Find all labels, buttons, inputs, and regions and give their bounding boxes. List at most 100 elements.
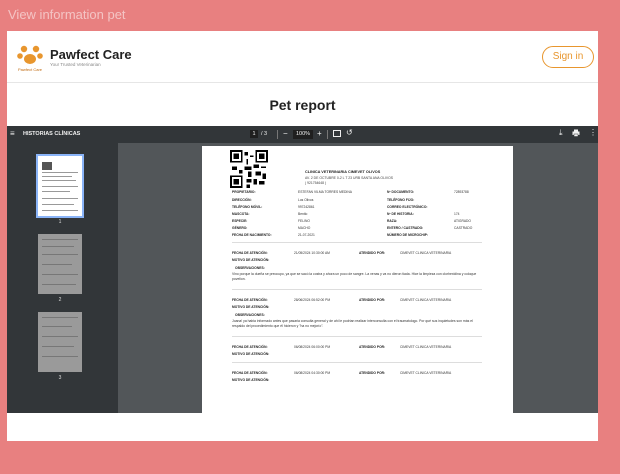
reason-label: MOTIVO DE ATENCIÓN: xyxy=(232,352,270,356)
thumbnail-number: 2 xyxy=(58,297,62,303)
brand-tagline: Your Trusted Veterinarian xyxy=(50,62,101,67)
thumb-line xyxy=(42,274,78,275)
visit-date-label: FECHA DE ATENCIÓN: xyxy=(232,251,268,255)
thumb-line xyxy=(42,198,78,199)
field-value: 174 xyxy=(454,212,460,216)
attended-by-label: ATENDIDO POR: xyxy=(359,345,386,349)
page-thumbnail[interactable] xyxy=(36,154,84,218)
attended-by-label: ATENDIDO POR: xyxy=(359,298,386,302)
visit-date-label: FECHA DE ATENCIÓN: xyxy=(232,371,268,375)
thumb-line xyxy=(42,239,78,240)
zoom-input[interactable]: 100% xyxy=(293,130,313,139)
toolbar-divider xyxy=(327,130,328,139)
field-value: MACHO xyxy=(298,226,311,230)
thumb-line xyxy=(42,264,72,265)
field-label: TELÉFONO MÓVIL: xyxy=(232,205,263,209)
field-value: 21-07-2021 xyxy=(298,233,315,237)
thumb-line xyxy=(42,326,72,327)
visit-date-label: FECHA DE ATENCIÓN: xyxy=(232,298,268,302)
pdf-toolbar: ≡ HISTORIAS CLÍNICAS 1 / 3 − 100% + ↺ ⤓ … xyxy=(7,126,598,143)
visit-date: 21/05/2024 10:30:00 AM xyxy=(294,251,330,255)
section-divider xyxy=(232,289,482,290)
attended-by: CIMEVET CLINICA VETERINARIA xyxy=(400,251,452,255)
reason-label: MOTIVO DE ATENCIÓN: xyxy=(232,258,270,262)
qr-code-icon xyxy=(230,150,268,188)
visit-date: 06/08/2024 04:30:00 PM xyxy=(294,371,331,375)
attended-by: CIMEVET CLINICA VETERINARIA xyxy=(400,371,452,375)
thumb-line xyxy=(42,186,78,187)
field-label: ESPECIE: xyxy=(232,219,248,223)
field-value: 997242861 xyxy=(298,205,315,209)
fit-page-icon[interactable] xyxy=(333,130,341,137)
rotate-icon[interactable]: ↺ xyxy=(346,128,353,137)
page-number-input[interactable]: 1 xyxy=(250,130,258,138)
field-value: ESTEFAN VILMA TORRES MEDINA xyxy=(298,190,352,194)
zoom-in-button[interactable]: + xyxy=(317,129,322,138)
document-title: HISTORIAS CLÍNICAS xyxy=(23,131,81,137)
page-title: Pet report xyxy=(269,97,336,113)
field-label: DIRECCIÓN: xyxy=(232,198,252,202)
thumb-line xyxy=(42,356,78,357)
field-value: ATIGRADO xyxy=(454,219,471,223)
thumb-line xyxy=(42,172,78,173)
paw-logo-icon: Pawfect Care xyxy=(17,45,43,72)
field-value: Bentlo xyxy=(298,212,308,216)
menu-icon[interactable]: ≡ xyxy=(10,130,15,138)
thumb-line xyxy=(42,254,78,255)
pdf-page: CLINICA VETERINARIA CIMEVET OLIVOS AV. 2… xyxy=(202,146,513,413)
pdf-viewer[interactable]: ≡ HISTORIAS CLÍNICAS 1 / 3 − 100% + ↺ ⤓ … xyxy=(7,126,598,413)
field-label: ENTERO / CASTRADO: xyxy=(387,226,424,230)
thumb-line xyxy=(42,284,76,285)
page-thumbnail[interactable] xyxy=(38,312,82,372)
thumb-line xyxy=(42,204,74,205)
clinic-phone: ( 921754648 ) xyxy=(305,181,327,185)
thumb-line xyxy=(42,336,78,337)
thumb-line xyxy=(42,180,76,181)
thumb-line xyxy=(42,346,74,347)
field-value: CASTRADO xyxy=(454,226,473,230)
thumbnail-number: 3 xyxy=(58,375,62,381)
field-label: MASCOTA: xyxy=(232,212,250,216)
window-title: View information pet xyxy=(8,7,126,22)
attended-by: CIMEVET CLINICA VETERINARIA xyxy=(400,345,452,349)
thumb-line xyxy=(42,246,74,247)
main-card: Pawfect Care Pawfect Care Your Trusted V… xyxy=(7,31,598,441)
field-label: PROPIETARIO: xyxy=(232,190,256,194)
field-label: FECHA DE NACIMIENTO: xyxy=(232,233,272,237)
page-thumbnail[interactable] xyxy=(38,234,82,294)
thumb-line xyxy=(42,210,78,211)
field-label: Nº DOCUMENTO: xyxy=(387,190,415,194)
site-header: Pawfect Care Pawfect Care Your Trusted V… xyxy=(7,31,598,83)
observations-text: Joana! ya habia informado antes que pasa… xyxy=(232,319,473,328)
attended-by-label: ATENDIDO POR: xyxy=(359,371,386,375)
observations-label: OBSERVACIONES: xyxy=(235,266,265,270)
thumb-line xyxy=(42,162,52,170)
field-value: FELINO xyxy=(298,219,310,223)
thumb-line xyxy=(42,191,70,192)
zoom-out-button[interactable]: − xyxy=(283,129,288,138)
field-label: NÚMERO DE MICROCHIP: xyxy=(387,233,429,237)
attended-by-label: ATENDIDO POR: xyxy=(359,251,386,255)
clinic-address: AV. 2 DE OCTUBRE 0-2 L T 23 URB SANTA AN… xyxy=(305,176,394,180)
brand-name: Pawfect Care xyxy=(50,47,132,62)
clinic-name: CLINICA VETERINARIA CIMEVET OLIVOS xyxy=(305,170,381,174)
field-label: RAZA: xyxy=(387,219,398,223)
reason-label: MOTIVO DE ATENCIÓN: xyxy=(232,378,270,382)
field-label: TELÉFONO FIJO: xyxy=(387,198,415,202)
more-options-icon[interactable]: ⋮ xyxy=(589,128,597,137)
print-icon[interactable] xyxy=(572,129,580,137)
sign-in-button[interactable]: Sign in xyxy=(542,46,594,68)
field-label: Nº DE HISTORIA: xyxy=(387,212,414,216)
field-label: GÉNERO: xyxy=(232,226,248,230)
section-divider xyxy=(232,336,482,337)
section-divider xyxy=(232,362,482,363)
logo-text: Pawfect Care xyxy=(18,67,43,72)
thumbnail-number: 1 xyxy=(58,219,62,225)
visit-date: 06/08/2024 06:00:00 PM xyxy=(294,345,331,349)
field-label: CORREO ELECTRÓNICO: xyxy=(387,205,428,209)
observations-label: OBSERVACIONES: xyxy=(235,313,265,317)
download-icon[interactable]: ⤓ xyxy=(559,128,563,138)
attended-by: CIMEVET CLINICA VETERINARIA xyxy=(400,298,452,302)
section-divider xyxy=(232,242,482,243)
reason-label: MOTIVO DE ATENCIÓN: xyxy=(232,305,270,309)
